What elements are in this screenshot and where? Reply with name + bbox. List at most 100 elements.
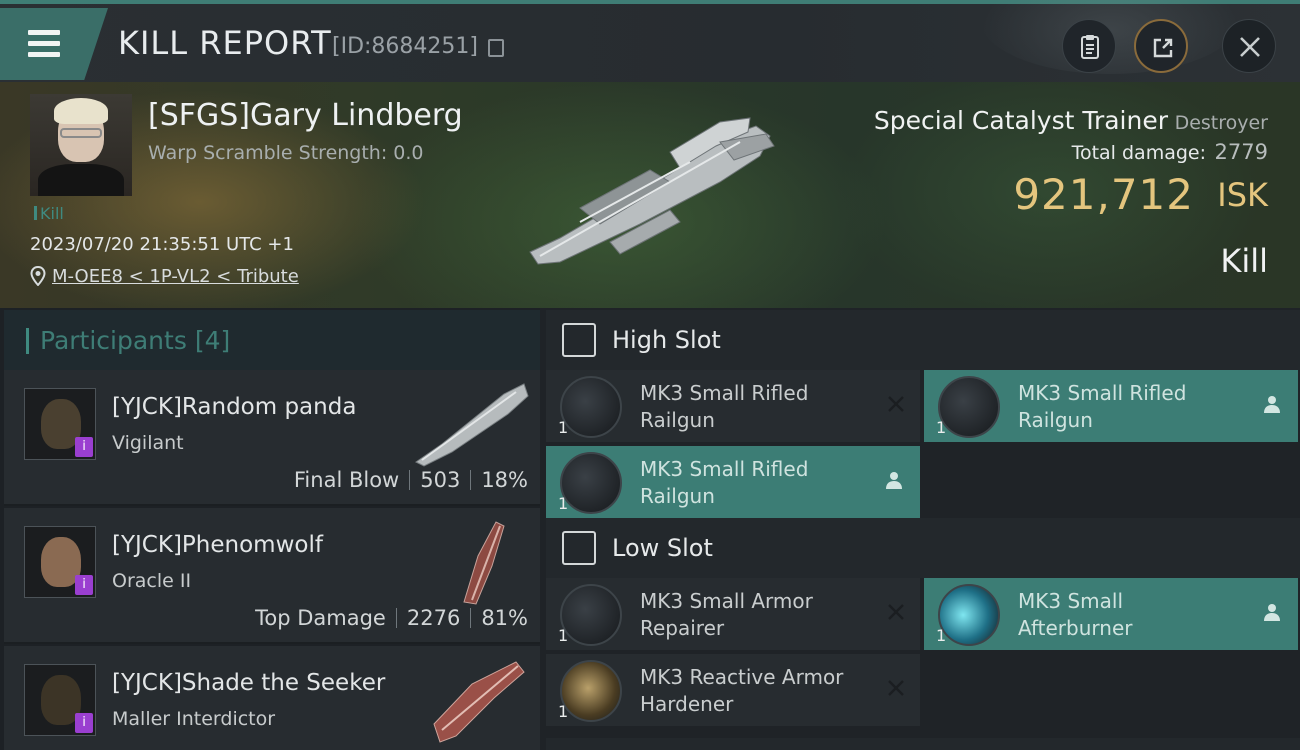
low-slot-title: Low Slot <box>612 534 713 562</box>
kill-result: Kill <box>1220 242 1268 280</box>
module-card[interactable]: 1 MK3 Small Armor Repairer <box>546 578 920 650</box>
participant-row[interactable]: i [YJCK]Phenomwolf Oracle II Top Damage 2… <box>4 508 540 644</box>
isk-value: 921,712 <box>1013 170 1194 219</box>
participant-stats: Final Blow 503 18% <box>294 468 528 492</box>
module-name-line2: Afterburner <box>1018 616 1133 640</box>
stat-separator <box>470 608 472 628</box>
avatar[interactable]: i <box>24 664 96 736</box>
module-qty: 1 <box>936 626 947 645</box>
victim-name[interactable]: [SFGS]Gary Lindberg <box>148 98 463 133</box>
total-damage-label: Total damage: <box>1071 142 1206 164</box>
module-name-line1: MK3 Small Rifled <box>640 381 809 405</box>
participant-ship-image <box>415 383 529 467</box>
share-icon <box>1153 38 1173 58</box>
module-name-line2: Repairer <box>640 616 725 640</box>
module-name: MK3 Reactive Armor Hardener <box>640 664 870 718</box>
module-name-line1: MK3 Small Rifled <box>640 457 809 481</box>
module-name: MK3 Small Afterburner <box>1018 588 1248 642</box>
low-slot-header: Low Slot <box>546 518 1300 578</box>
participant-stats: Top Damage 2276 81% <box>255 606 528 630</box>
module-card[interactable]: 1 MK3 Small Rifled Railgun <box>924 370 1298 442</box>
participants-count: [4] <box>194 326 231 355</box>
menu-button[interactable] <box>0 8 108 80</box>
participants-title-text: Participants <box>40 326 187 355</box>
total-damage-value: 2779 <box>1214 140 1268 164</box>
clipboard-icon <box>1081 35 1099 59</box>
victim-portrait[interactable] <box>30 94 132 196</box>
participants-header: Participants [4] <box>4 310 540 370</box>
module-card[interactable]: 1 MK3 Small Rifled Railgun <box>546 370 920 442</box>
share-button[interactable] <box>1134 19 1188 73</box>
module-card[interactable]: 1 MK3 Small Afterburner <box>924 578 1298 650</box>
high-slot-title: High Slot <box>612 326 721 354</box>
stat-separator <box>395 608 397 628</box>
module-card[interactable]: 1 MK3 Reactive Armor Hardener <box>546 654 920 726</box>
next-slot-header-peek <box>546 738 1300 750</box>
module-name-line2: Hardener <box>640 692 734 716</box>
module-card[interactable]: 1 MK3 Small Rifled Railgun <box>546 446 920 518</box>
kill-location-link[interactable]: M-OEE8 < 1P-VL2 < Tribute <box>52 266 299 287</box>
kill-tag: Kill <box>34 204 64 223</box>
stat-label: Final Blow <box>293 468 400 492</box>
module-qty: 1 <box>558 702 569 721</box>
module-name-line2: Railgun <box>640 484 715 508</box>
module-name-line1: MK3 Small Armor <box>640 589 813 613</box>
participant-ship-image <box>463 521 505 605</box>
participant-name: [YJCK]Random panda <box>112 394 357 420</box>
participant-row[interactable]: i [YJCK]Random panda Vigilant Final Blow… <box>4 370 540 506</box>
isk-unit: ISK <box>1217 176 1268 214</box>
destroyed-x-icon <box>888 396 904 412</box>
participants-title: Participants [4] <box>40 326 230 355</box>
stat-percent: 18% <box>481 468 528 492</box>
kill-id: [ID:8684251] <box>332 34 478 59</box>
armor-hardener-icon <box>560 660 622 722</box>
railgun-icon <box>938 376 1000 438</box>
participant-row[interactable]: i [YJCK]Shade the Seeker Maller Interdic… <box>4 646 540 750</box>
portrait-hair <box>54 98 108 124</box>
armor-repairer-icon <box>560 584 622 646</box>
fitting-panel: High Slot 1 MK3 Small Rifled Railgun 1 MK… <box>540 308 1300 750</box>
slot-icon <box>562 531 596 565</box>
info-badge-icon: i <box>75 437 93 457</box>
participant-ship: Vigilant <box>112 432 184 454</box>
header-bar: KILL REPORT [ID:8684251] <box>0 0 1300 82</box>
page-title: KILL REPORT <box>118 24 332 62</box>
stat-percent: 81% <box>481 606 528 630</box>
module-name-line1: MK3 Small <box>1018 589 1123 613</box>
module-name-line1: MK3 Small Rifled <box>1018 381 1187 405</box>
participant-name: [YJCK]Shade the Seeker <box>112 670 386 696</box>
copy-icon[interactable] <box>488 39 504 57</box>
victim-ship-name[interactable]: Special Catalyst Trainer <box>874 106 1168 135</box>
location-pin-icon <box>30 266 46 286</box>
destroyed-x-icon <box>888 680 904 696</box>
avatar[interactable]: i <box>24 388 96 460</box>
victim-banner: [SFGS]Gary Lindberg Warp Scramble Streng… <box>0 82 1300 308</box>
stat-separator <box>470 470 472 490</box>
close-button[interactable] <box>1222 19 1276 73</box>
person-icon <box>1264 396 1280 413</box>
avatar[interactable]: i <box>24 526 96 598</box>
module-name: MK3 Small Rifled Railgun <box>640 380 870 434</box>
participant-ship: Maller Interdictor <box>112 708 276 730</box>
module-qty: 1 <box>558 418 569 437</box>
module-name: MK3 Small Armor Repairer <box>640 588 870 642</box>
participant-ship: Oracle II <box>112 570 192 592</box>
module-name: MK3 Small Rifled Railgun <box>1018 380 1248 434</box>
warp-scramble-strength: Warp Scramble Strength: 0.0 <box>148 142 424 164</box>
module-name-line2: Railgun <box>640 408 715 432</box>
stat-damage: 2276 <box>406 606 461 630</box>
menu-icon <box>28 30 60 35</box>
participants-panel: Participants [4] i [YJCK]Random panda Vi… <box>0 308 540 750</box>
slot-icon <box>562 323 596 357</box>
module-qty: 1 <box>936 418 947 437</box>
stat-separator <box>409 470 411 490</box>
high-slot-header: High Slot <box>546 310 1300 370</box>
info-badge-icon: i <box>75 575 93 595</box>
kill-report-screen: KILL REPORT [ID:8684251] [SFGS]Gary Lind… <box>0 0 1300 750</box>
person-icon <box>1264 604 1280 621</box>
stat-label: Top Damage <box>255 606 386 630</box>
afterburner-icon <box>938 584 1000 646</box>
clipboard-button[interactable] <box>1062 19 1116 73</box>
victim-ship-image[interactable] <box>520 112 780 272</box>
railgun-icon <box>560 376 622 438</box>
